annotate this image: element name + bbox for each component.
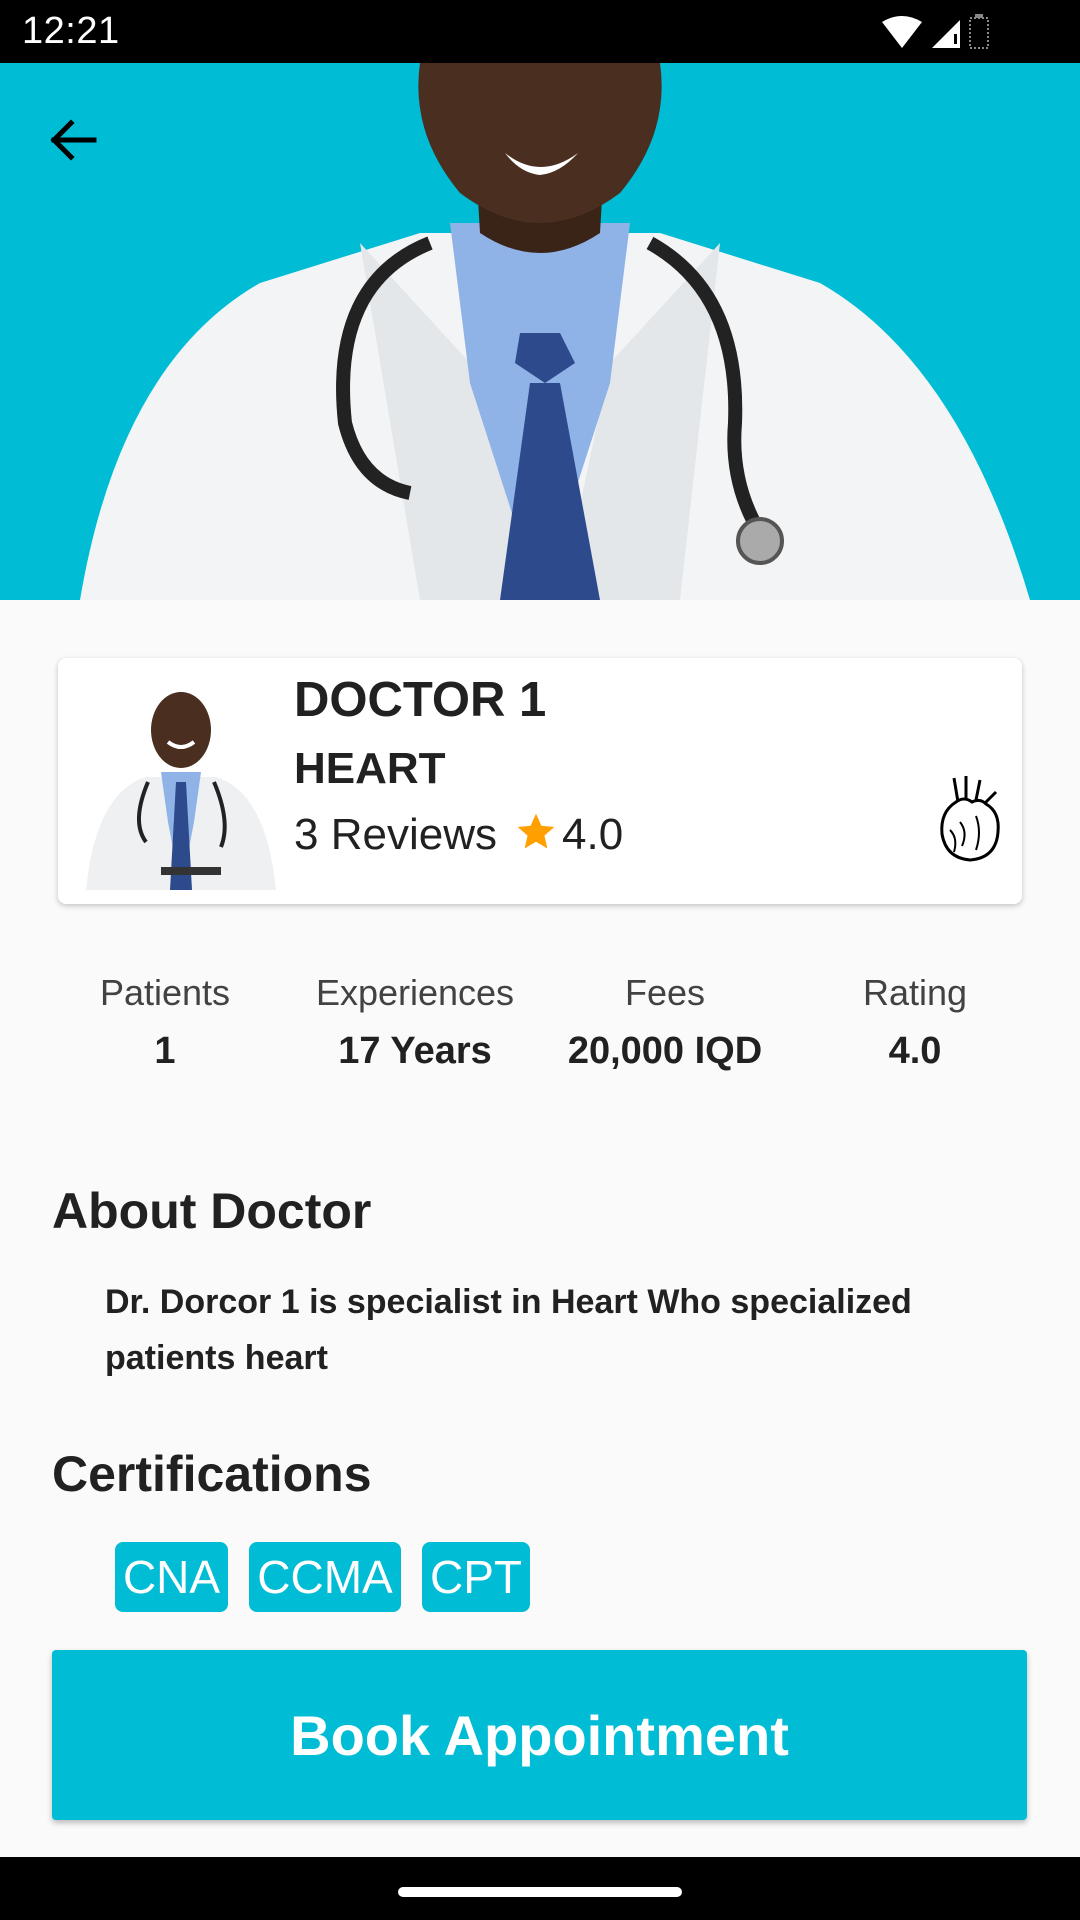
certification-chip: CCMA <box>249 1542 401 1612</box>
stat-rating: Rating 4.0 <box>790 972 1040 1073</box>
doctor-avatar <box>76 672 286 890</box>
stat-label: Experiences <box>315 972 515 1013</box>
about-text: Dr. Dorcor 1 is specialist in Heart Who … <box>105 1283 912 1377</box>
doctor-hero-illustration <box>80 63 1030 600</box>
certifications-title: Certifications <box>52 1446 372 1502</box>
doctor-specialty: HEART <box>294 744 446 793</box>
status-bar: 12:21 <box>0 0 1080 63</box>
signal-icon <box>932 20 960 48</box>
doctor-reviews[interactable]: 3 Reviews <box>294 810 497 860</box>
stat-value: 17 Years <box>338 1030 492 1072</box>
doctor-rating: 4.0 <box>562 810 624 859</box>
status-time: 12:21 <box>22 10 120 52</box>
stat-patients: Patients 1 <box>40 972 290 1073</box>
navigation-bar <box>0 1857 1080 1920</box>
wifi-icon <box>882 16 922 48</box>
status-icons <box>882 14 989 49</box>
star-icon <box>517 813 555 849</box>
doctor-hero-image <box>0 63 1080 600</box>
doctor-avatar-illustration <box>76 672 286 890</box>
stat-label: Patients <box>99 972 231 1013</box>
about-title: About Doctor <box>52 1183 372 1239</box>
battery-icon <box>969 14 989 49</box>
doctor-stats: Patients 1 Experiences 17 Years Fees 20,… <box>40 972 1040 1082</box>
book-appointment-button[interactable]: Book Appointment <box>52 1650 1027 1820</box>
doctor-summary-card: DOCTOR 1 HEART 3 Reviews 4.0 <box>58 658 1022 904</box>
heart-organ-icon <box>940 776 1000 862</box>
back-button[interactable] <box>38 105 108 175</box>
back-arrow-icon <box>50 119 97 161</box>
stat-experiences: Experiences 17 Years <box>290 972 540 1073</box>
home-indicator[interactable] <box>398 1887 682 1897</box>
certification-chip: CPT <box>422 1542 530 1612</box>
stat-value: 4.0 <box>888 1030 942 1072</box>
doctor-name: DOCTOR 1 <box>294 673 547 727</box>
stat-label: Rating <box>862 972 968 1013</box>
stat-fees: Fees 20,000 IQD <box>540 972 790 1073</box>
certification-chip: CNA <box>115 1542 228 1612</box>
stat-value: 1 <box>154 1030 176 1072</box>
stat-label: Fees <box>624 972 706 1013</box>
stat-value: 20,000 IQD <box>567 1030 763 1072</box>
